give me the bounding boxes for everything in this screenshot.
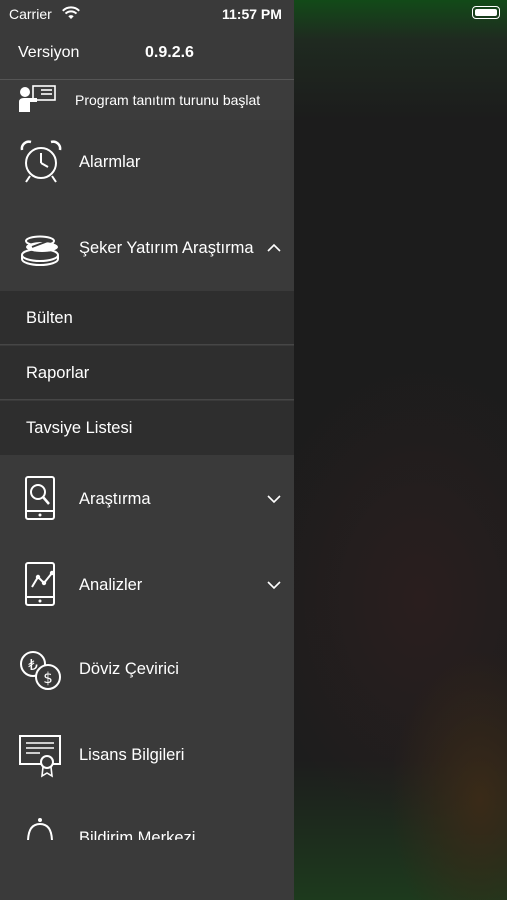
coins-icon (21, 235, 59, 266)
alarm-clock-icon (20, 140, 62, 183)
menu-item-label: Lisans Bilgileri (79, 746, 185, 764)
chevron-down-icon (267, 495, 281, 504)
battery-icon (472, 6, 500, 19)
currency-exchange-icon: ₺ $ (20, 651, 61, 690)
start-tour-button[interactable]: Program tanıtım turunu başlat (0, 80, 294, 120)
status-bar: Carrier 11:57 PM (0, 0, 507, 28)
carrier-label: Carrier (9, 6, 52, 22)
chevron-down-icon (267, 581, 281, 590)
menu-item-alarmlar[interactable]: Alarmlar (0, 120, 294, 205)
menu-item-analizler[interactable]: Analizler (0, 541, 294, 627)
tablet-search-icon (25, 476, 55, 520)
menu-item-seker-yatirim-arastirma[interactable]: Şeker Yatırım Araştırma (0, 205, 294, 291)
drawer-footer (0, 840, 294, 900)
menu-item-label: Bildirim Merkezi (79, 829, 196, 840)
bell-icon (27, 818, 53, 840)
chevron-up-icon (267, 243, 281, 252)
menu-item-lisans-bilgileri[interactable]: Lisans Bilgileri (0, 712, 294, 798)
submenu-item-label: Bülten (26, 309, 73, 327)
menu-item-arastirma[interactable]: Araştırma (0, 455, 294, 541)
submenu-item-tavsiye-listesi[interactable]: Tavsiye Listesi (0, 401, 294, 455)
wifi-icon (62, 6, 80, 19)
menu-item-label: Araştırma (79, 490, 151, 508)
presentation-icon (19, 85, 56, 112)
menu-item-label: Analizler (79, 576, 143, 594)
certificate-icon (19, 735, 61, 778)
submenu-item-label: Raporlar (26, 364, 90, 382)
side-drawer: Versiyon 0.9.2.6 Program tanıtım turunu … (0, 0, 294, 900)
svg-text:$: $ (43, 669, 53, 687)
menu-item-label: Alarmlar (79, 153, 141, 171)
start-tour-label: Program tanıtım turunu başlat (75, 92, 261, 108)
clock: 11:57 PM (222, 6, 282, 22)
menu-item-label: Döviz Çevirici (79, 660, 179, 678)
submenu-item-raporlar[interactable]: Raporlar (0, 346, 294, 400)
submenu-item-label: Tavsiye Listesi (26, 419, 133, 437)
menu-item-label: Şeker Yatırım Araştırma (79, 239, 254, 257)
menu-item-bildirim-merkezi[interactable]: Bildirim Merkezi (0, 798, 294, 840)
version-label: Versiyon (18, 44, 80, 61)
version-value: 0.9.2.6 (145, 44, 194, 61)
version-row: Versiyon 0.9.2.6 (0, 28, 294, 78)
tablet-chart-icon (25, 562, 55, 606)
submenu-item-bulten[interactable]: Bülten (0, 291, 294, 345)
menu-item-doviz-cevirici[interactable]: ₺ $ Döviz Çevirici (0, 627, 294, 712)
